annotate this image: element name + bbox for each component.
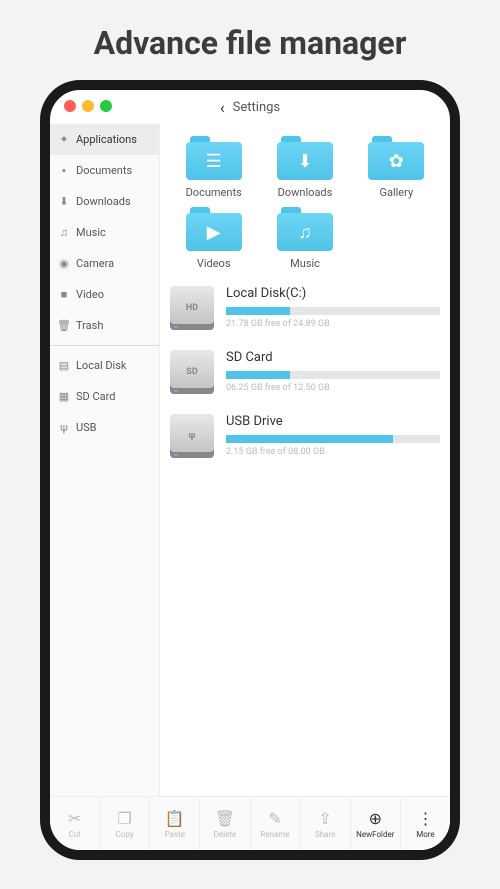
toolbar-newfolder[interactable]: ⊕ NewFolder: [351, 797, 401, 850]
folder-videos[interactable]: ▶ Videos: [170, 207, 257, 270]
folder-label: Downloads: [278, 186, 333, 199]
sidebar-divider: [50, 345, 159, 346]
drive-usb-drive[interactable]: ψ USB Drive 2.15 GB free of 08.00 GB: [170, 414, 440, 458]
sidebar-item-documents[interactable]: ▪ Documents: [50, 155, 159, 186]
sidebar-item-label: Local Disk: [76, 359, 127, 372]
newfolder-icon: ⊕: [369, 808, 382, 828]
sidebar-icon: ■: [58, 288, 70, 301]
more-icon: ⋮: [417, 808, 433, 828]
sidebar-item-video[interactable]: ■ Video: [50, 279, 159, 310]
titlebar-title: Settings: [233, 100, 280, 115]
drive-icon: SD: [170, 350, 214, 394]
content: ✦ Applications ▪ Documents ⬇ Downloads ♫ Music ◉…: [50, 124, 450, 796]
toolbar-copy[interactable]: ❐ Copy: [100, 797, 150, 850]
sidebar-item-sd-card[interactable]: ▦ SD Card: [50, 381, 159, 412]
sidebar-icon: ▤: [58, 359, 70, 372]
folder-label: Music: [290, 257, 320, 270]
toolbar-label: More: [416, 830, 434, 839]
sidebar-item-label: Music: [76, 226, 106, 239]
paste-icon: 📋: [165, 808, 185, 828]
sidebar-icon: ▪: [58, 164, 70, 177]
drive-sd-card[interactable]: SD SD Card 06.25 GB free of 12.50 GB: [170, 350, 440, 394]
folder-downloads[interactable]: ⬇ Downloads: [261, 136, 348, 199]
toolbar-label: Rename: [260, 830, 289, 839]
toolbar-paste[interactable]: 📋 Paste: [150, 797, 200, 850]
folder-icon: ☰: [186, 136, 242, 180]
toolbar-cut[interactable]: ✂ Cut: [50, 797, 100, 850]
sidebar-item-music[interactable]: ♫ Music: [50, 217, 159, 248]
copy-icon: ❐: [118, 808, 132, 828]
folder-documents[interactable]: ☰ Documents: [170, 136, 257, 199]
toolbar-label: Share: [315, 830, 335, 839]
folder-grid: ☰ Documents ⬇ Downloads ✿ Gallery ▶ Videos ♫ Musi…: [170, 136, 440, 270]
main-panel: ☰ Documents ⬇ Downloads ✿ Gallery ▶ Videos ♫ Musi…: [160, 124, 450, 796]
rename-icon: ✎: [268, 808, 281, 828]
toolbar-share[interactable]: ⇪ Share: [301, 797, 351, 850]
sidebar-item-label: Trash: [76, 319, 103, 332]
sidebar-item-applications[interactable]: ✦ Applications: [50, 124, 159, 155]
drive-icon: HD: [170, 286, 214, 330]
page-title: Advance file manager: [0, 0, 500, 80]
folder-icon: ♫: [277, 207, 333, 251]
sidebar-item-label: USB: [76, 421, 97, 434]
bottom-toolbar: ✂ Cut ❐ Copy 📋 Paste 🗑 Delete ✎ Rename ⇪ Share ⊕ NewF…: [50, 796, 450, 850]
sidebar-item-label: SD Card: [76, 390, 115, 403]
drive-icon: ψ: [170, 414, 214, 458]
sidebar-item-trash[interactable]: 🗑 Trash: [50, 310, 159, 341]
folder-icon: ✿: [368, 136, 424, 180]
sidebar-item-label: Video: [76, 288, 104, 301]
toolbar-delete[interactable]: 🗑 Delete: [200, 797, 250, 850]
sidebar-item-camera[interactable]: ◉ Camera: [50, 248, 159, 279]
window-controls: [50, 90, 112, 112]
folder-label: Videos: [197, 257, 231, 270]
sidebar-icon: ⬇: [58, 195, 70, 208]
drive-subtext: 2.15 GB free of 08.00 GB: [226, 447, 440, 457]
drive-subtext: 06.25 GB free of 12.50 GB: [226, 383, 440, 393]
sidebar-item-usb[interactable]: ψ USB: [50, 412, 159, 443]
sidebar-item-label: Downloads: [76, 195, 131, 208]
sidebar-icon: ◉: [58, 257, 70, 270]
share-icon: ⇪: [318, 808, 331, 828]
drive-progress: [226, 435, 440, 443]
drive-name: SD Card: [226, 350, 440, 365]
drive-name: USB Drive: [226, 414, 440, 429]
toolbar-label: Copy: [116, 830, 134, 839]
sidebar-icon: ♫: [58, 226, 70, 239]
folder-gallery[interactable]: ✿ Gallery: [353, 136, 440, 199]
folder-icon: ⬇: [277, 136, 333, 180]
drive-progress: [226, 307, 440, 315]
sidebar-item-label: Applications: [76, 133, 137, 146]
sidebar-icon: ψ: [58, 421, 70, 434]
phone-frame: ‹ Settings ✦ Applications ▪ Documents ⬇ Downl…: [40, 80, 460, 860]
sidebar-icon: ▦: [58, 390, 70, 403]
toolbar-label: Cut: [68, 830, 80, 839]
sidebar-icon: ✦: [58, 133, 70, 146]
delete-icon: 🗑: [215, 808, 235, 828]
sidebar-item-downloads[interactable]: ⬇ Downloads: [50, 186, 159, 217]
cut-icon: ✂: [68, 808, 81, 828]
toolbar-rename[interactable]: ✎ Rename: [251, 797, 301, 850]
folder-label: Documents: [186, 186, 242, 199]
toolbar-label: Paste: [165, 830, 185, 839]
toolbar-more[interactable]: ⋮ More: [401, 797, 450, 850]
folder-icon: ▶: [186, 207, 242, 251]
drive-local-disk-c-[interactable]: HD Local Disk(C:) 21.78 GB free of 24.89 G…: [170, 286, 440, 330]
minimize-icon[interactable]: [82, 100, 94, 112]
drive-progress: [226, 371, 440, 379]
toolbar-label: NewFolder: [356, 830, 394, 839]
sidebar-item-local-disk[interactable]: ▤ Local Disk: [50, 350, 159, 381]
sidebar-item-label: Documents: [76, 164, 132, 177]
folder-label: Gallery: [379, 186, 413, 199]
drive-subtext: 21.78 GB free of 24.89 GB: [226, 319, 440, 329]
sidebar-icon: 🗑: [58, 319, 70, 332]
sidebar-item-label: Camera: [76, 257, 114, 270]
folder-music[interactable]: ♫ Music: [261, 207, 348, 270]
close-icon[interactable]: [64, 100, 76, 112]
sidebar: ✦ Applications ▪ Documents ⬇ Downloads ♫ Music ◉…: [50, 124, 160, 796]
back-button[interactable]: ‹: [220, 98, 225, 117]
drive-name: Local Disk(C:): [226, 286, 440, 301]
toolbar-label: Delete: [214, 830, 237, 839]
maximize-icon[interactable]: [100, 100, 112, 112]
